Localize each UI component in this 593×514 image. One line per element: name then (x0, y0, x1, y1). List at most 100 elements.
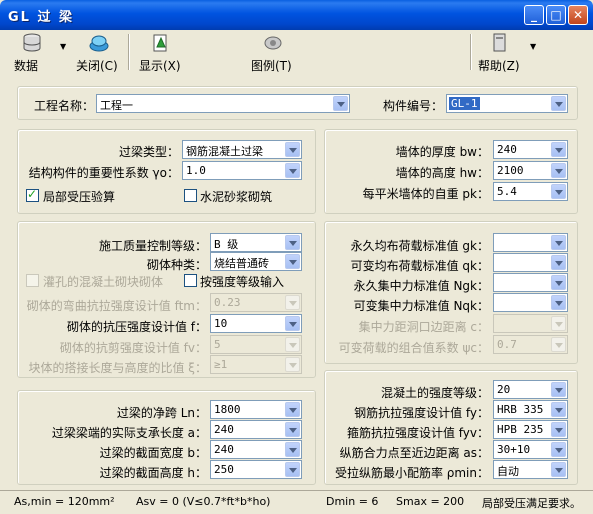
ftm-combo[interactable]: 0.23 (210, 293, 302, 312)
chevron-down-icon[interactable] (551, 184, 566, 199)
qk-combo[interactable] (493, 253, 568, 272)
chevron-down-icon[interactable] (285, 235, 300, 250)
chevron-down-icon[interactable] (285, 442, 300, 457)
pmin-combo[interactable]: 自动 (493, 460, 568, 479)
importance-value: 1.0 (186, 164, 206, 177)
status-dmin: Dmin = 6 (326, 495, 379, 508)
ngk-combo[interactable] (493, 273, 568, 292)
wall-height-value: 2100 (497, 164, 524, 177)
chevron-down-icon[interactable] (551, 235, 566, 250)
ftm-value: 0.23 (214, 296, 241, 309)
nqk-combo[interactable] (493, 293, 568, 312)
fv-combo[interactable]: 5 (210, 335, 302, 354)
help-dropdown-icon[interactable]: ▼ (530, 42, 536, 51)
chevron-down-icon[interactable] (333, 96, 348, 111)
quality-level-label: 施工质量控制等级： (98, 239, 207, 253)
importance-combo[interactable]: 1.0 (182, 161, 302, 180)
chevron-down-icon[interactable] (285, 163, 300, 178)
concrete-grade-label: 混凝土的强度等级： (380, 386, 489, 400)
lintel-type-combo[interactable]: 钢筋混凝土过梁 (182, 140, 302, 159)
chevron-down-icon[interactable] (551, 316, 566, 331)
chevron-down-icon[interactable] (551, 295, 566, 310)
chevron-down-icon[interactable] (551, 442, 566, 457)
wall-weight-value: 5.4 (497, 185, 517, 198)
nqk-label: 可变集中力标准值 Nqk： (353, 299, 489, 313)
wall-thickness-label: 墙体的厚度 bw： (395, 145, 489, 159)
fy-label: 钢筋抗拉强度设计值 fy： (354, 406, 489, 420)
gk-combo[interactable] (493, 233, 568, 252)
fyv-combo[interactable]: HPB 235 (493, 420, 568, 439)
fy-combo[interactable]: HRB 335 (493, 400, 568, 419)
psi-combo[interactable]: 0.7 (493, 335, 568, 354)
chevron-down-icon[interactable] (551, 337, 566, 352)
c-combo[interactable] (493, 314, 568, 333)
chevron-down-icon[interactable] (285, 142, 300, 157)
as-value: 30+10 (497, 443, 531, 456)
close-window-button[interactable]: ✕ (568, 5, 588, 25)
ln-combo[interactable]: 1800 (210, 400, 302, 419)
wall-weight-combo[interactable]: 5.4 (493, 182, 568, 201)
help-button[interactable]: 帮助(Z) (478, 32, 522, 74)
quality-level-combo[interactable]: B 级 (210, 233, 302, 252)
legend-button[interactable]: 图例(T) (251, 32, 295, 74)
b-value: 240 (214, 443, 234, 456)
by-strength-class-label[interactable]: 按强度等级输入 (200, 273, 284, 290)
chevron-down-icon[interactable] (551, 462, 566, 477)
data-button[interactable]: 数据 (14, 32, 50, 74)
toolbar-separator (470, 34, 472, 70)
wall-height-combo[interactable]: 2100 (493, 161, 568, 180)
legend-label: 图例(T) (251, 59, 292, 73)
chevron-down-icon[interactable] (551, 402, 566, 417)
f-combo[interactable]: 10 (210, 314, 302, 333)
pmin-label: 受拉纵筋最小配筋率 ρmin： (334, 466, 489, 480)
by-strength-class-checkbox[interactable] (184, 274, 197, 287)
masonry-type-combo[interactable]: 烧结普通砖 (210, 252, 302, 271)
masonry-type-value: 烧结普通砖 (214, 257, 269, 270)
chevron-down-icon[interactable] (285, 422, 300, 437)
data-dropdown-icon[interactable]: ▼ (60, 42, 66, 51)
chevron-down-icon[interactable] (551, 255, 566, 270)
h-combo[interactable]: 250 (210, 460, 302, 479)
project-name-combo[interactable]: 工程一 (96, 94, 350, 113)
fyv-value: HPB 235 (497, 423, 544, 436)
chevron-down-icon[interactable] (551, 382, 566, 397)
close-button[interactable]: 关闭(C) (76, 32, 122, 74)
chevron-down-icon[interactable] (285, 254, 300, 269)
display-button[interactable]: 显示(X) (139, 32, 183, 74)
cement-mortar-label[interactable]: 水泥砂浆砌筑 (200, 188, 272, 205)
chevron-down-icon[interactable] (285, 462, 300, 477)
grout-block-checkbox[interactable] (26, 274, 39, 287)
as-combo[interactable]: 30+10 (493, 440, 568, 459)
chevron-down-icon[interactable] (285, 357, 300, 372)
chevron-down-icon[interactable] (551, 142, 566, 157)
local-press-label[interactable]: 局部受压验算 (43, 188, 115, 205)
help-label: 帮助(Z) (478, 59, 520, 73)
cement-mortar-checkbox[interactable] (184, 189, 197, 202)
chevron-down-icon[interactable] (285, 337, 300, 352)
ratio-combo[interactable]: ≥1 (210, 355, 302, 374)
chevron-down-icon[interactable] (551, 275, 566, 290)
title-bar[interactable]: GL 过 梁 _ □ ✕ (0, 0, 593, 30)
concrete-grade-combo[interactable]: 20 (493, 380, 568, 399)
b-combo[interactable]: 240 (210, 440, 302, 459)
chevron-down-icon[interactable] (285, 316, 300, 331)
wall-weight-label: 每平米墙体的自重 pk： (362, 187, 489, 201)
ln-label: 过梁的净跨 Ln： (116, 406, 207, 420)
masonry-type-label: 砌体种类： (146, 258, 207, 272)
local-press-checkbox[interactable] (26, 187, 39, 202)
maximize-button[interactable]: □ (546, 5, 566, 25)
app-window: GL 过 梁 _ □ ✕ 数据 ▼ 关闭(C) 显示(X) 图例(T) 帮助(Z… (0, 0, 593, 514)
chevron-down-icon[interactable] (551, 96, 566, 111)
chevron-down-icon[interactable] (551, 422, 566, 437)
wall-thickness-value: 240 (497, 143, 517, 156)
wall-thickness-combo[interactable]: 240 (493, 140, 568, 159)
chevron-down-icon[interactable] (285, 402, 300, 417)
qk-label: 可变均布荷载标准值 qk： (350, 259, 489, 273)
minimize-button[interactable]: _ (524, 5, 544, 25)
a-combo[interactable]: 240 (210, 420, 302, 439)
ngk-label: 永久集中力标准值 Ngk： (353, 279, 489, 293)
member-id-combo[interactable]: GL-1 (446, 94, 568, 113)
c-label: 集中力距洞口边距离 c： (358, 320, 489, 334)
chevron-down-icon[interactable] (551, 163, 566, 178)
chevron-down-icon[interactable] (285, 295, 300, 310)
